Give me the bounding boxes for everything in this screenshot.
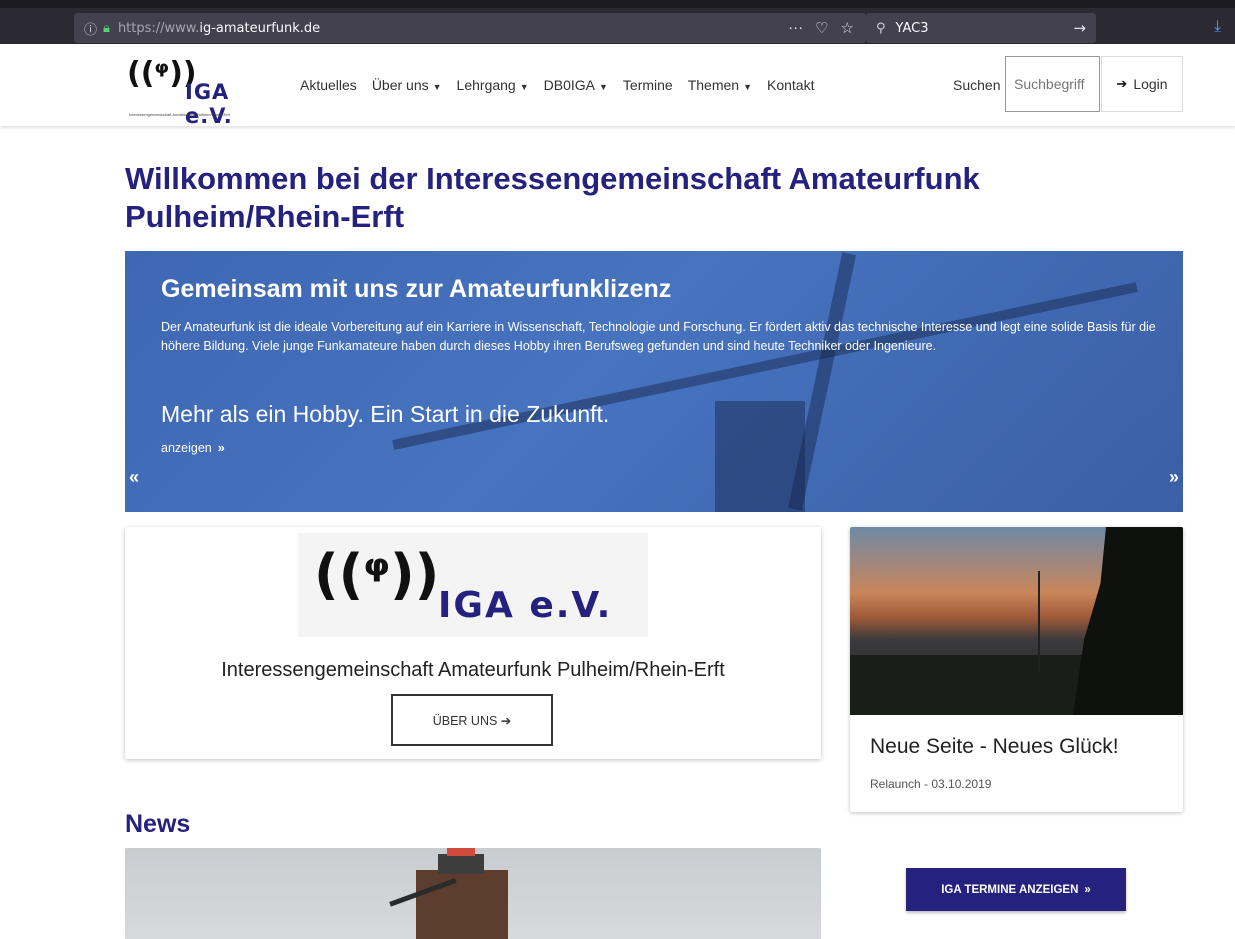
download-icon[interactable]: ⤓ [1214, 18, 1221, 36]
news-image[interactable] [125, 848, 821, 939]
antenna-icon: ((ᵠ)) [314, 543, 440, 606]
carousel-next-button[interactable]: » [1169, 467, 1179, 488]
hero-slogan: Mehr als ein Hobby. Ein Start in die Zuk… [161, 401, 610, 427]
nav-lehrgang[interactable]: Lehrgang ▼ [457, 77, 529, 93]
site-search-input[interactable] [1005, 56, 1100, 112]
sign-in-icon: ➔ [1116, 76, 1128, 91]
main-nav: Aktuelles Über uns ▼ Lehrgang ▼ DB0IGA ▼ Te… [300, 77, 814, 93]
site-logo[interactable]: ((ᵠ)) IGA e.V. Interessengemeinschaft Am… [123, 56, 279, 128]
double-chevron-right-icon: » [217, 441, 225, 455]
star-icon[interactable]: ☆ [841, 19, 854, 37]
news-teaser-card[interactable]: Neue Seite - Neues Glück! Relaunch - 03.… [850, 527, 1183, 812]
site-header: ((ᵠ)) IGA e.V. Interessengemeinschaft Am… [0, 44, 1235, 128]
intro-card: ((ᵠ)) IGA e.V. Interessengemeinschaft Am… [125, 527, 821, 759]
caret-down-icon: ▼ [599, 82, 608, 92]
sunset-photo [850, 527, 1183, 715]
browser-search-value: YAC3 [895, 20, 929, 36]
caret-down-icon: ▼ [743, 82, 752, 92]
page-title: Willkommen bei der Interessengemeinschaf… [125, 161, 980, 234]
nav-kontakt[interactable]: Kontakt [767, 77, 814, 93]
tab-strip [0, 0, 1235, 8]
hero-heading: Gemeinsam mit uns zur Amateurfunklizenz [161, 275, 672, 303]
caret-down-icon: ▼ [432, 82, 442, 92]
hero-base-shape [715, 401, 805, 512]
nav-ueber-uns[interactable]: Über uns ▼ [372, 77, 442, 93]
card-logo-brand: IGA e.V. [438, 585, 613, 626]
hero-lead: Der Amateurfunk ist die ideale Vorbereit… [161, 320, 1156, 353]
logo-tagline: Interessengemeinschaft Amateurfunk Pulhe… [129, 112, 230, 117]
browser-toolbar: ⓘ 🔒︎ https://www. ig-amateurfunk.de ··· ♡… [0, 0, 1235, 44]
login-label: Login [1133, 76, 1168, 92]
browser-search-field[interactable]: ⚲ YAC3 → [866, 13, 1096, 43]
address-bar[interactable]: ⓘ 🔒︎ https://www. ig-amateurfunk.de ··· ♡… [74, 13, 866, 43]
login-button[interactable]: ➔ Login [1101, 56, 1183, 112]
nav-themen[interactable]: Themen ▼ [688, 77, 752, 93]
search-label: Suchen [953, 77, 1001, 93]
lock-icon[interactable]: 🔒︎ [103, 20, 110, 36]
logo-brand: IGA e.V. [185, 80, 233, 128]
nav-db0iga[interactable]: DB0IGA ▼ [544, 77, 608, 93]
teaser-title[interactable]: Neue Seite - Neues Glück! [870, 735, 1119, 759]
org-name: Interessengemeinschaft Amateurfunk Pulhe… [221, 659, 725, 681]
url-protocol: https://www. [117, 20, 200, 36]
teaser-meta: Relaunch - 03.10.2019 [870, 777, 992, 791]
double-chevron-right-icon: » [1084, 883, 1091, 896]
more-icon[interactable]: ··· [788, 19, 803, 37]
hero-more-link[interactable]: anzeigen» [161, 441, 225, 455]
pocket-icon[interactable]: ♡ [815, 19, 828, 37]
card-logo: ((ᵠ)) IGA e.V. [298, 533, 648, 637]
nav-termine[interactable]: Termine [623, 77, 673, 93]
hero-carousel: Gemeinsam mit uns zur Amateurfunklizenz … [125, 251, 1183, 512]
info-icon[interactable]: ⓘ [84, 19, 97, 38]
news-heading: News [125, 810, 191, 838]
termine-button[interactable]: IGA TERMINE ANZEIGEN» [906, 868, 1126, 911]
search-icon: ⚲ [876, 20, 886, 36]
url-host: ig-amateurfunk.de [199, 20, 321, 36]
go-arrow-icon[interactable]: → [1073, 19, 1086, 37]
about-us-button[interactable]: ÜBER UNS ➔ [391, 694, 553, 746]
caret-down-icon: ▼ [519, 82, 529, 92]
nav-aktuelles[interactable]: Aktuelles [300, 77, 357, 93]
carousel-prev-button[interactable]: « [129, 467, 139, 488]
